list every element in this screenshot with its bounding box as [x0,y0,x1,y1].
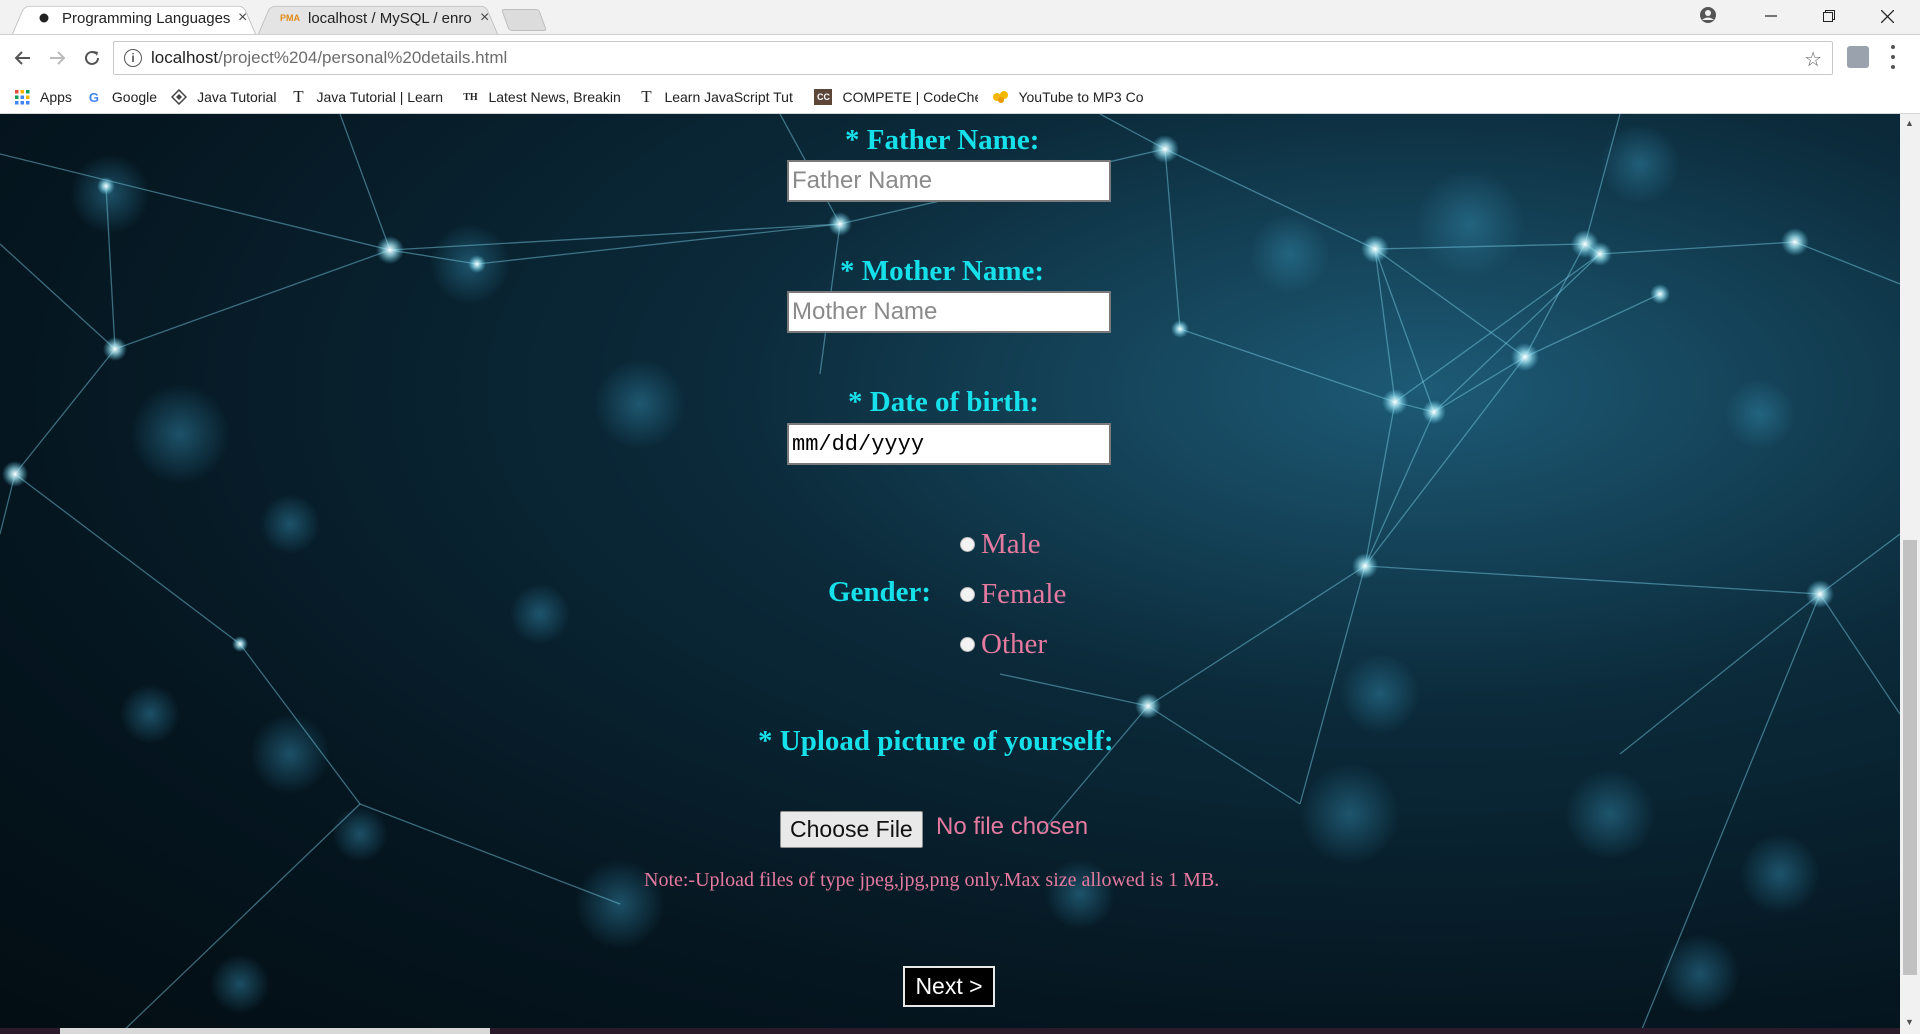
scrollbar-thumb[interactable] [1903,540,1917,975]
site-info-icon[interactable]: i [124,49,142,67]
radio-label: Male [981,528,1041,560]
scroll-down-arrow-icon[interactable]: ▼ [1905,1017,1914,1027]
dob-input[interactable]: mm/dd/yyyy [787,423,1111,465]
tab-title: localhost / MySQL / enro [308,9,472,27]
bookmark-codechef[interactable]: CC COMPETE | CodeChe [814,89,978,105]
no-file-chosen-text: No file chosen [936,813,1089,840]
account-icon[interactable] [1696,4,1720,28]
radio-button[interactable] [960,537,975,552]
choose-file-button[interactable]: Choose File [780,811,923,848]
bookmark-google[interactable]: G Google [86,89,157,105]
tab-close-icon[interactable]: × [238,9,247,27]
bookmark-java-tutorial[interactable]: Java Tutorial [171,89,276,105]
browser-menu-icon[interactable] [1890,45,1896,69]
horizontal-scrollbar[interactable] [0,1028,1900,1034]
gender-label: Gender: [828,576,932,608]
codechef-icon: CC [814,89,833,105]
restore-icon [1823,10,1835,22]
father-name-input[interactable] [787,160,1111,202]
google-icon: G [88,89,99,105]
bookmark-latest-news[interactable]: TH Latest News, Breakin [462,89,624,105]
tutorialspoint-icon: T [641,87,652,106]
bookmark-learn-javascript[interactable]: T Learn JavaScript Tut [638,87,800,106]
vertical-scrollbar[interactable]: ▲ ▼ [1900,114,1920,1034]
network-background [0,114,1900,1034]
bookmark-label: Java Tutorial | Learn [316,89,444,105]
next-button[interactable]: Next > [903,966,995,1007]
new-tab-button[interactable] [500,9,548,31]
close-window-button[interactable] [1858,0,1916,32]
tab-strip: Programming Languages × PMA localhost / … [0,0,1920,35]
radio-label: Other [981,628,1048,660]
bookmark-apps[interactable]: Apps [14,89,72,105]
bookmark-youtube-mp3[interactable]: YouTube to MP3 Co [992,89,1154,105]
restore-button[interactable] [1800,0,1858,32]
java-tutorial-icon [171,89,188,105]
gender-option-other[interactable]: Other [960,628,1047,661]
bookmark-label: Latest News, Breakin [488,89,621,105]
bookmark-label: Apps [40,89,72,105]
gender-option-male[interactable]: Male [960,528,1041,561]
radio-button[interactable] [960,587,975,602]
news-icon: TH [463,91,478,103]
radio-button[interactable] [960,637,975,652]
bookmark-label: COMPETE | CodeChe [842,89,979,105]
tab-phpmyadmin[interactable]: PMA localhost / MySQL / enro × [258,2,498,34]
mother-name-input[interactable] [787,291,1111,333]
bookmark-label: Google [111,89,158,105]
horizontal-scrollbar-thumb[interactable] [60,1028,490,1034]
url-path: /project%204/personal%20details.html [218,48,508,67]
url-host: localhost [151,48,219,67]
scroll-up-arrow-icon[interactable]: ▲ [1905,118,1914,128]
tutorialspoint-icon: T [293,87,304,106]
upload-label: * Upload picture of yourself: [758,725,1114,757]
tab-programming-languages[interactable]: Programming Languages × [12,2,256,34]
mp3-icon [992,89,1009,105]
reload-button[interactable] [78,44,106,72]
close-icon [1880,9,1894,23]
minimize-button[interactable] [1742,0,1800,32]
father-name-label: * Father Name: [845,124,1040,156]
address-bar[interactable]: i localhost/project%204/personal%20detai… [113,41,1833,75]
tab-title: Programming Languages [62,9,231,27]
bookmark-label: Java Tutorial [197,89,277,105]
back-button[interactable] [8,44,36,72]
bookmarks-bar: Apps G Google Java Tutorial T Java Tutor… [0,81,1920,114]
forward-button[interactable] [44,44,72,72]
bookmark-star-icon[interactable]: ☆ [1804,47,1822,72]
phpmyadmin-icon: PMA [280,13,300,23]
extension-icon[interactable] [1847,46,1869,68]
mother-name-label: * Mother Name: [840,255,1045,287]
dob-placeholder: mm/dd/yyyy [792,431,925,457]
bookmark-java-tutorial-learn[interactable]: T Java Tutorial | Learn [290,87,448,106]
address-url: localhost/project%204/personal%20details… [151,48,507,68]
bookmark-label: YouTube to MP3 Co [1018,89,1144,105]
bookmark-label: Learn JavaScript Tut [664,89,793,105]
reload-icon [85,50,99,65]
gender-option-female[interactable]: Female [960,578,1066,611]
back-arrow-icon [14,51,30,65]
minimize-icon [1765,15,1777,17]
radio-label: Female [981,578,1067,610]
apps-grid-icon [14,89,30,105]
dob-label: * Date of birth: [848,386,1039,418]
tab-close-icon[interactable]: × [480,9,489,27]
upload-note: Note:-Upload files of type jpeg,jpg,png … [644,869,1220,891]
browser-toolbar: i localhost/project%204/personal%20detai… [0,35,1920,81]
page-viewport [0,114,1900,1034]
forward-arrow-icon [50,51,66,65]
page-favicon-icon [36,10,52,26]
